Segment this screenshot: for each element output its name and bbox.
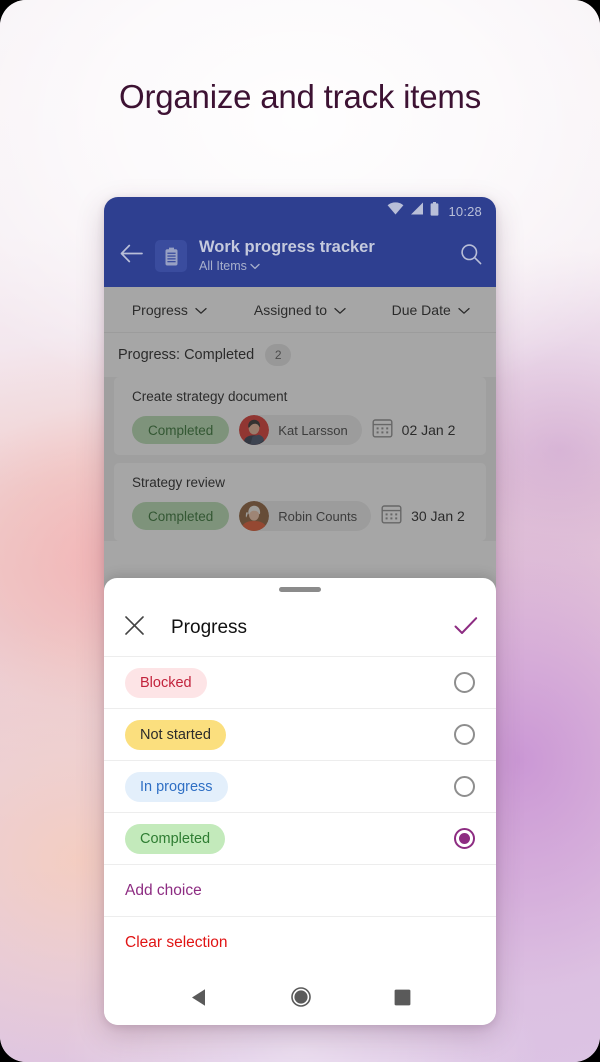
search-icon[interactable] xyxy=(460,243,482,270)
choice-label-blocked: Blocked xyxy=(125,667,207,698)
task-row[interactable]: Create strategy document Completed Kat L… xyxy=(114,377,486,455)
filter-bar: Progress Assigned to Due Date xyxy=(104,287,496,333)
radio-completed[interactable] xyxy=(454,828,475,849)
assignee-chip[interactable]: Robin Counts xyxy=(239,501,372,531)
task-row[interactable]: Strategy review Completed Robin Counts 3… xyxy=(114,463,486,541)
chevron-down-icon xyxy=(334,302,346,318)
avatar xyxy=(239,415,270,445)
due-date-text: 02 Jan 2 xyxy=(401,422,456,438)
task-meta: Completed Robin Counts 30 Jan 2 xyxy=(114,501,486,531)
filter-progress[interactable]: Progress xyxy=(104,302,235,318)
cellular-signal-icon xyxy=(410,202,424,220)
task-title: Create strategy document xyxy=(132,389,288,404)
phone-device-frame: 10:28 Work progress tracker All Items Pr… xyxy=(104,197,496,1025)
choice-label-completed: Completed xyxy=(125,823,226,854)
assignee-name: Kat Larsson xyxy=(278,422,348,438)
android-navigation-bar xyxy=(104,969,496,1025)
filter-due-date-label: Due Date xyxy=(391,301,451,318)
filter-progress-label: Progress xyxy=(131,301,188,318)
nav-back-icon[interactable] xyxy=(190,988,208,1007)
sheet-drag-handle-bar xyxy=(279,586,321,592)
avatar xyxy=(239,501,270,531)
app-bar: Work progress tracker All Items xyxy=(104,225,496,287)
choice-list: Blocked Not started In progress Complete… xyxy=(104,656,496,969)
poster-canvas: Organize and track items 10:28 Work prog… xyxy=(0,0,600,1062)
status-bar: 10:28 xyxy=(104,197,496,225)
back-arrow-icon[interactable] xyxy=(120,244,143,268)
view-selector-label: All Items xyxy=(199,259,247,274)
status-bar-clock: 10:28 xyxy=(448,203,482,219)
app-bar-title: Work progress tracker xyxy=(199,238,375,257)
due-date-cell[interactable]: 30 Jan 2 xyxy=(381,503,465,529)
page-title: Organize and track items xyxy=(118,78,482,115)
radio-blocked[interactable] xyxy=(454,672,475,693)
filter-due-date[interactable]: Due Date xyxy=(365,302,496,318)
filter-assigned-to[interactable]: Assigned to xyxy=(235,302,366,318)
choice-option-not-started[interactable]: Not started xyxy=(104,709,496,761)
progress-bottom-sheet: Progress Blocked Not started In progress… xyxy=(104,578,496,1025)
chevron-down-icon xyxy=(195,302,207,318)
checkmark-icon[interactable] xyxy=(454,616,478,641)
sheet-drag-handle[interactable] xyxy=(104,578,496,600)
assignee-name: Robin Counts xyxy=(278,508,358,524)
calendar-icon xyxy=(381,503,402,529)
task-title: Strategy review xyxy=(132,475,226,490)
clipboard-icon xyxy=(155,240,187,272)
wifi-icon xyxy=(387,202,404,220)
choice-option-blocked[interactable]: Blocked xyxy=(104,657,496,709)
app-bar-titles: Work progress tracker All Items xyxy=(199,238,448,273)
status-badge[interactable]: Completed xyxy=(132,416,230,444)
chevron-down-icon xyxy=(458,302,470,318)
group-header-count-badge: 2 xyxy=(265,344,292,366)
radio-not-started[interactable] xyxy=(454,724,475,745)
choice-label-not-started: Not started xyxy=(125,719,226,750)
task-list: Create strategy document Completed Kat L… xyxy=(104,377,496,541)
view-selector[interactable]: All Items xyxy=(199,259,448,273)
chevron-down-icon xyxy=(250,259,260,273)
group-header-label: Progress: Completed xyxy=(118,347,255,363)
choice-label-in-progress: In progress xyxy=(125,771,228,802)
clear-selection-button[interactable]: Clear selection xyxy=(104,917,496,969)
sheet-header: Progress xyxy=(104,600,496,656)
calendar-icon xyxy=(372,417,393,443)
sheet-title: Progress xyxy=(171,617,248,638)
add-choice-button[interactable]: Add choice xyxy=(104,865,496,917)
nav-home-icon[interactable] xyxy=(290,987,311,1007)
status-badge[interactable]: Completed xyxy=(132,502,230,530)
due-date-cell[interactable]: 02 Jan 2 xyxy=(372,417,456,443)
assignee-chip[interactable]: Kat Larsson xyxy=(239,415,362,445)
nav-recents-icon[interactable] xyxy=(394,989,411,1006)
choice-option-completed[interactable]: Completed xyxy=(104,813,496,865)
radio-in-progress[interactable] xyxy=(454,776,475,797)
group-header[interactable]: Progress: Completed 2 xyxy=(104,333,496,377)
choice-option-in-progress[interactable]: In progress xyxy=(104,761,496,813)
task-meta: Completed Kat Larsson 02 Jan 2 xyxy=(114,415,486,445)
filter-assigned-to-label: Assigned to xyxy=(253,301,328,318)
due-date-text: 30 Jan 2 xyxy=(411,508,465,524)
close-icon[interactable] xyxy=(124,615,145,641)
battery-icon xyxy=(430,201,439,221)
